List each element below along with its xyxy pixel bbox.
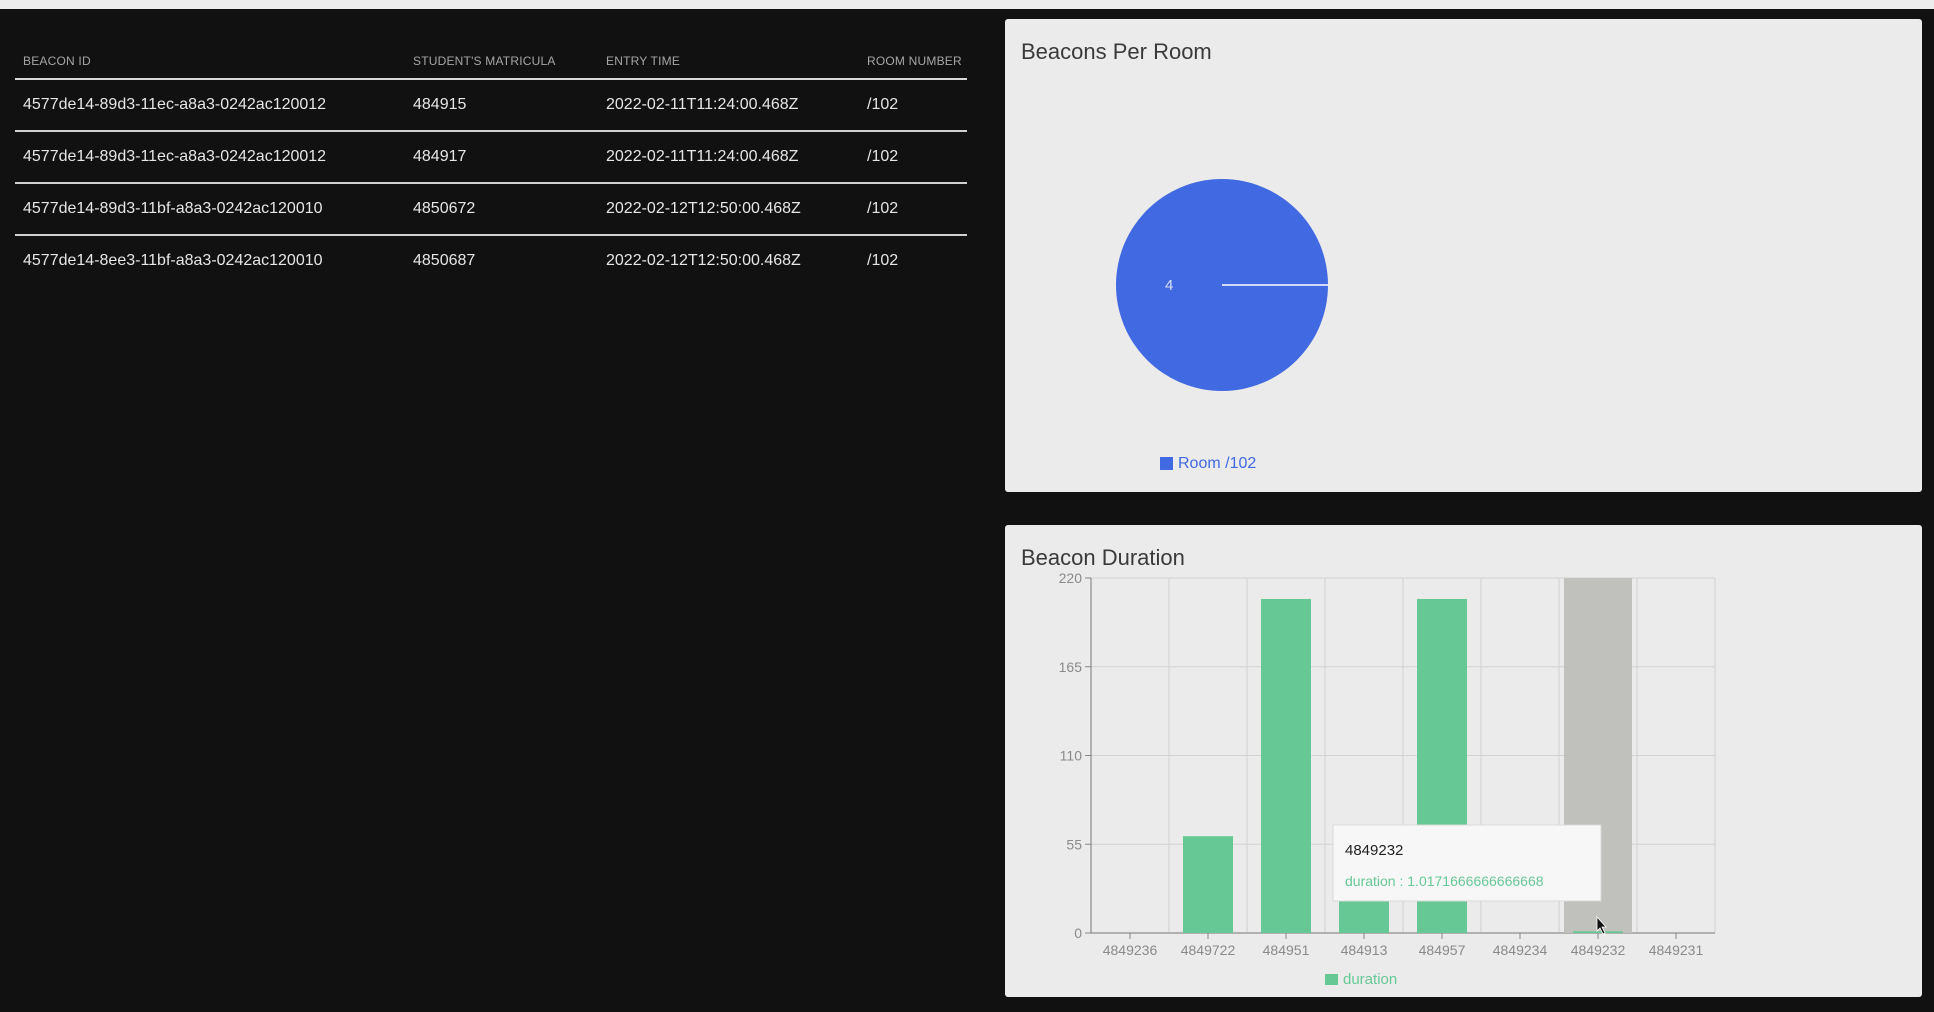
y-tick-label: 0: [1074, 925, 1082, 941]
cell-room-number: /102: [859, 79, 967, 132]
top-bar: [0, 0, 1934, 9]
cell-matricula: 4850687: [413, 252, 476, 269]
bar-chart-title: Beacon Duration: [1021, 545, 1185, 570]
cell-beacon-id: 4577de14-89d3-11ec-a8a3-0242ac120012: [15, 131, 405, 184]
y-tick-label: 55: [1066, 836, 1082, 852]
x-tick-label: 4849722: [1181, 942, 1236, 958]
legend-swatch: [1325, 974, 1338, 985]
tooltip-box: [1332, 824, 1602, 902]
cell-room-number: /102: [867, 252, 899, 269]
beacon-duration-card: Beacon Duration 0 55 110 165 220 4849236 48497…: [1005, 525, 1922, 997]
cell-matricula: 484917: [405, 131, 598, 184]
cell-entry-time: 2022-02-11T11:24:00.468Z: [598, 79, 859, 132]
y-tick-label: 220: [1059, 570, 1083, 586]
table-row[interactable]: 4577de14-89d3-11ec-a8a3-0242ac120012 484…: [15, 131, 967, 184]
header-room-number[interactable]: ROOM NUMBER: [859, 40, 967, 80]
x-tick-label: 484913: [1341, 942, 1388, 958]
beacon-duration-bar-chart: 0 55 110 165 220 4849236 4849722 484951 484913 48…: [1059, 570, 1716, 988]
cell-entry-time: 2022-02-12T12:50:00.468Z: [598, 183, 859, 236]
chart-tooltip: 4849232 duration : 1.0171666666666668: [1332, 824, 1602, 902]
beacons-table: BEACON ID STUDENT'S MATRICULA ENTRY TIME…: [15, 40, 967, 286]
tooltip-value: duration : 1.0171666666666668: [1345, 873, 1544, 889]
cell-beacon-id: 4577de14-89d3-11ec-a8a3-0242ac120012: [15, 79, 405, 132]
bar[interactable]: [1183, 836, 1233, 933]
x-tick-label: 4849236: [1103, 942, 1158, 958]
x-tick-label: 484951: [1263, 942, 1310, 958]
bar[interactable]: [1261, 598, 1311, 933]
legend-label[interactable]: Room /102: [1178, 455, 1256, 472]
header-student-matricula[interactable]: STUDENT'S MATRICULA: [405, 40, 598, 80]
beacons-per-room-card: Beacons Per Room 4 Room /102: [1005, 19, 1922, 492]
x-tick-label: 484957: [1419, 942, 1466, 958]
cell-entry-time: 2022-02-11T11:24:00.468Z: [598, 131, 859, 184]
beacons-per-room-pie-chart: 4 Room /102: [1116, 179, 1328, 472]
cell-matricula: 484915: [405, 79, 598, 132]
cell-room-number: /102: [859, 131, 967, 184]
beacons-table-container: BEACON ID STUDENT'S MATRICULA ENTRY TIME…: [15, 40, 967, 286]
bar[interactable]: [1339, 900, 1389, 933]
tooltip-title: 4849232: [1345, 842, 1403, 859]
legend-swatch: [1160, 457, 1173, 470]
bar[interactable]: [1573, 931, 1623, 933]
table-row[interactable]: 4577de14-8ee3-11bf-a8a3-0242ac120010 485…: [15, 235, 967, 286]
cell-room-number: /102: [859, 183, 967, 236]
header-entry-time[interactable]: ENTRY TIME: [598, 40, 859, 80]
pie-chart-title: Beacons Per Room: [1021, 39, 1212, 64]
cell-entry-time: 2022-02-12T12:50:00.468Z: [606, 252, 801, 269]
table-row[interactable]: 4577de14-89d3-11ec-a8a3-0242ac120012 484…: [15, 79, 967, 132]
header-beacon-id[interactable]: BEACON ID: [15, 40, 405, 80]
y-tick-label: 110: [1060, 748, 1083, 764]
legend-label[interactable]: duration: [1343, 971, 1397, 988]
cell-beacon-id: 4577de14-89d3-11bf-a8a3-0242ac120010: [15, 183, 405, 236]
x-tick-label: 4849231: [1649, 942, 1704, 958]
cell-beacon-id: 4577de14-8ee3-11bf-a8a3-0242ac120010: [23, 252, 323, 269]
cell-matricula: 4850672: [405, 183, 598, 236]
x-tick-label: 4849232: [1571, 942, 1626, 958]
table-header-row: BEACON ID STUDENT'S MATRICULA ENTRY TIME…: [15, 40, 967, 80]
pie-slice-label: 4: [1165, 277, 1173, 294]
table-row[interactable]: 4577de14-89d3-11bf-a8a3-0242ac120010 485…: [15, 183, 967, 236]
y-tick-label: 165: [1059, 659, 1083, 675]
x-tick-label: 4849234: [1493, 942, 1548, 958]
